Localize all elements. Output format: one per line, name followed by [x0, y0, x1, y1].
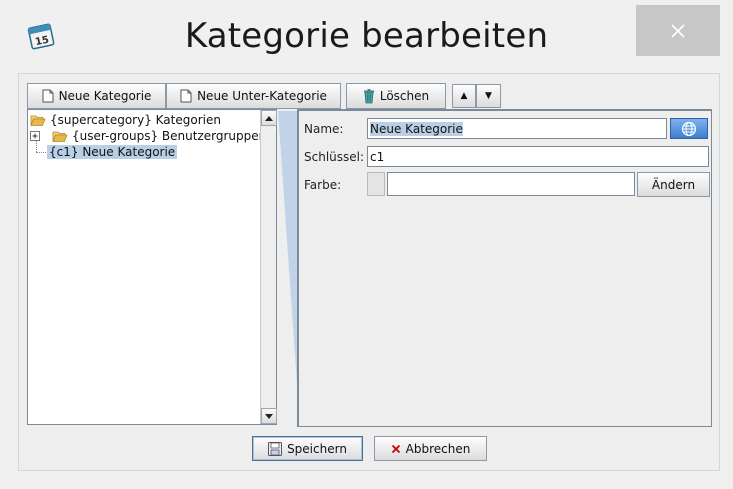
scroll-down-button[interactable] — [261, 408, 277, 424]
arrow-down-icon: ▼ — [485, 91, 492, 101]
close-icon — [671, 23, 685, 38]
new-sub-category-label: Neue Unter-Kategorie — [197, 89, 327, 103]
tree-scrollbar[interactable] — [260, 110, 277, 424]
name-field[interactable]: Neue Kategorie — [367, 118, 667, 139]
tree-item-root[interactable]: {supercategory} Kategorien — [30, 112, 221, 128]
arrow-down-icon — [265, 413, 273, 419]
change-color-label: Ändern — [651, 177, 696, 192]
tree-item-label: {supercategory} Kategorien — [50, 113, 221, 127]
window-title: Kategorie bearbeiten — [184, 16, 549, 56]
save-button[interactable]: Speichern — [252, 436, 363, 461]
folder-open-icon — [52, 131, 68, 142]
category-tree[interactable]: {supercategory} Kategorien {user-groups}… — [27, 109, 277, 425]
key-value: c1 — [370, 149, 385, 164]
tree-item-user-groups[interactable]: {user-groups} Benutzergruppen — [30, 128, 266, 144]
delete-button[interactable]: Löschen — [346, 83, 446, 109]
change-color-button[interactable]: Ändern — [637, 172, 710, 197]
translate-button[interactable] — [670, 118, 708, 139]
new-category-label: Neue Kategorie — [58, 89, 152, 103]
key-field[interactable]: c1 — [367, 146, 709, 167]
new-sub-category-button[interactable]: Neue Unter-Kategorie — [166, 83, 341, 109]
name-value: Neue Kategorie — [370, 121, 463, 136]
arrow-up-icon: ▲ — [460, 91, 468, 101]
scroll-up-button[interactable] — [261, 110, 277, 126]
key-label: Schlüssel: — [304, 150, 365, 164]
save-label: Speichern — [287, 441, 347, 456]
floppy-disk-icon — [268, 441, 283, 456]
color-label: Farbe: — [304, 178, 342, 192]
category-form: Name: Neue Kategorie Schlüssel: c1 Farbe… — [297, 109, 712, 427]
new-category-button[interactable]: Neue Kategorie — [27, 83, 166, 109]
new-document-icon — [180, 89, 192, 103]
cancel-label: Abbrechen — [405, 441, 471, 456]
trash-icon — [363, 88, 374, 103]
expand-plus-icon[interactable] — [30, 131, 40, 141]
tree-connector — [36, 152, 46, 153]
arrow-up-icon — [265, 115, 273, 121]
tree-item-selected[interactable]: {c1} Neue Kategorie — [47, 144, 178, 160]
folder-open-icon — [30, 115, 46, 126]
close-button[interactable] — [636, 5, 720, 56]
new-document-icon — [42, 89, 54, 103]
tree-item-label: {user-groups} Benutzergruppen — [72, 129, 267, 143]
delete-label: Löschen — [379, 89, 430, 103]
color-field[interactable] — [387, 172, 635, 196]
globe-icon — [681, 121, 697, 136]
color-swatch[interactable] — [367, 172, 385, 196]
move-down-button[interactable]: ▼ — [476, 84, 501, 108]
tree-item-label: {c1} Neue Kategorie — [47, 145, 178, 159]
name-label: Name: — [304, 122, 344, 136]
tree-content: {supercategory} Kategorien {user-groups}… — [28, 110, 266, 424]
cancel-x-icon — [391, 444, 400, 453]
move-up-button[interactable]: ▲ — [452, 84, 476, 108]
cancel-button[interactable]: Abbrechen — [374, 436, 487, 461]
